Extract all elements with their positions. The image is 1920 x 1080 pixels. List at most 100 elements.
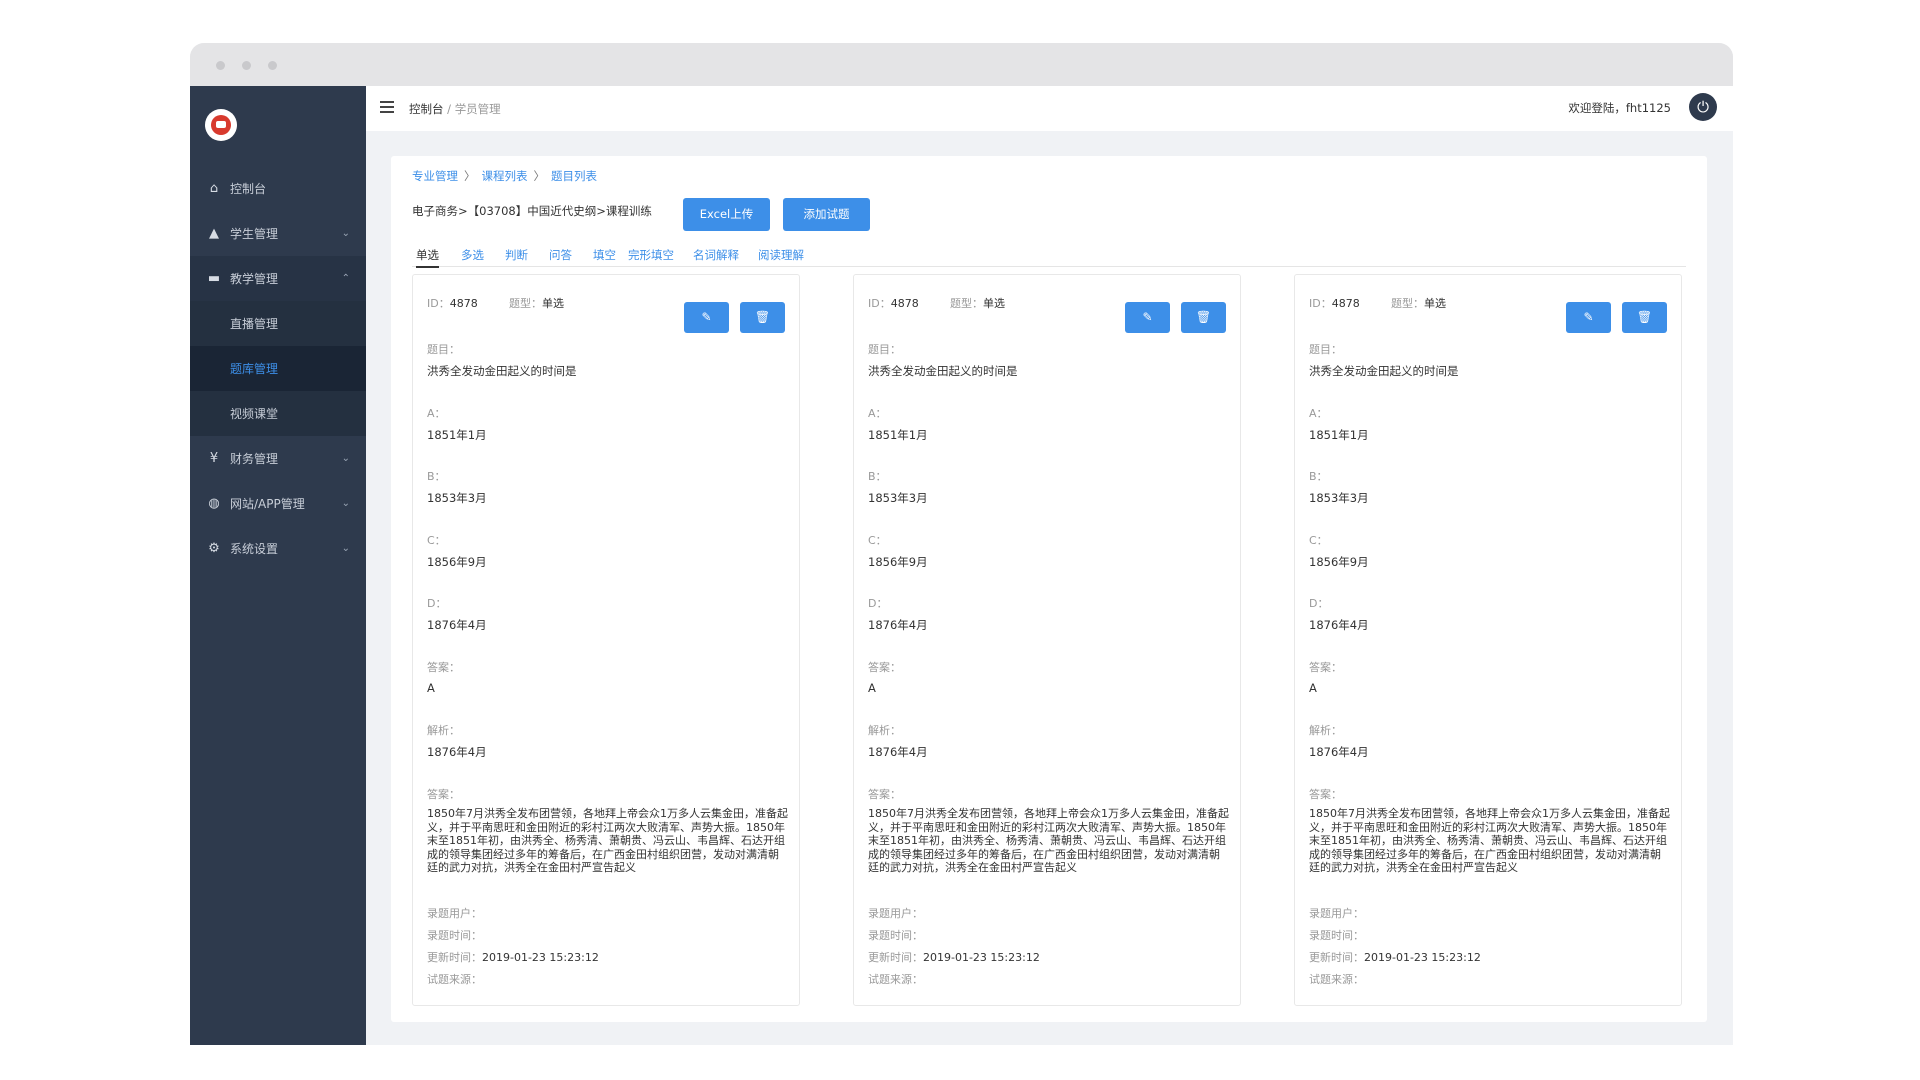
question-card: ID：4878 题型：单选 ✎ 🗑 题目： 洪秀全发动金田起义的时间是 A： 1… [1294,274,1682,1006]
option-b-value: 1853年3月 [1309,491,1369,505]
window-dot[interactable] [268,61,277,70]
detail-label: 答案： [427,788,460,801]
option-c-label: C： [868,534,887,547]
option-a-value: 1851年1月 [868,428,928,442]
entry-user-label: 录题用户： [868,907,923,920]
answer-value: A [868,681,876,695]
chevron-down-icon: ⌄ [341,543,350,554]
type-value: 单选 [983,297,1005,310]
sidebar-item-label: 教学管理 [230,272,279,286]
delete-button[interactable]: 🗑 [1181,302,1226,333]
top-bar: 控制台 / 学员管理 欢迎登陆，fht1125 ⏻ [366,86,1733,131]
breadcrumb-home[interactable]: 控制台 [409,102,444,116]
sidebar-item-label: 控制台 [230,182,267,196]
delete-button[interactable]: 🗑 [1622,302,1667,333]
sidebar-item-label: 网站/APP管理 [230,497,305,511]
option-a-label: A： [427,407,446,420]
power-icon[interactable]: ⏻ [1689,93,1717,121]
update-time-label: 更新时间： [427,951,482,964]
entry-time-label: 录题时间： [427,929,482,942]
sidebar-item-finance[interactable]: ¥ 财务管理 ⌄ [190,436,366,481]
detail-label: 答案： [868,788,901,801]
course-path: 电子商务>【03708】中国近代史纲>课程训练 [412,204,652,218]
sidebar-item-video[interactable]: 视频课堂 [190,391,366,436]
sidebar-item-label: 财务管理 [230,452,279,466]
chevron-down-icon: ⌄ [341,498,350,509]
entry-user-label: 录题用户： [427,907,482,920]
detail-label: 答案： [1309,788,1342,801]
tab-multiple-choice[interactable]: 多选 [461,247,484,263]
sidebar-item-website-app[interactable]: ◍ 网站/APP管理 ⌄ [190,481,366,526]
sidebar-item-dashboard[interactable]: ⌂ 控制台 [190,166,366,211]
tab-cloze[interactable]: 完形填空 [628,247,674,263]
delete-button[interactable]: 🗑 [740,302,785,333]
gear-icon: ⚙ [208,540,220,556]
main-panel: 专业管理〉课程列表〉题目列表 电子商务>【03708】中国近代史纲>课程训练 E… [391,156,1707,1022]
sidebar-item-live[interactable]: 直播管理 [190,301,366,346]
update-time: 更新时间：2019-01-23 15:23:12 [868,949,1040,965]
window-titlebar [190,43,1733,86]
question-id: ID：4878 [1309,295,1360,311]
edit-button[interactable]: ✎ [684,302,729,333]
breadcrumb-question-list[interactable]: 题目列表 [551,169,597,183]
option-c-value: 1856年9月 [868,555,928,569]
id-value: 4878 [449,297,478,310]
globe-icon: ◍ [208,495,220,511]
tab-fill-blank[interactable]: 填空 [593,247,616,263]
home-icon: ⌂ [209,180,219,196]
window-dot[interactable] [242,61,251,70]
trash-icon: 🗑 [1195,310,1212,324]
detail-text: 1850年7月洪秀全发布团营领，各地拜上帝会众1万多人云集金田，准备起义，并于平… [868,807,1229,875]
graduation-cap-icon: ▲ [209,225,219,241]
question-text: 洪秀全发动金田起义的时间是 [427,364,577,378]
type-value: 单选 [542,297,564,310]
menu-toggle-icon[interactable] [380,101,394,113]
tab-reading[interactable]: 阅读理解 [758,247,804,263]
option-d-value: 1876年4月 [427,618,487,632]
analysis-label: 解析： [427,724,460,737]
sidebar-item-label: 视频课堂 [230,407,279,421]
id-value: 4878 [890,297,919,310]
option-d-value: 1876年4月 [868,618,928,632]
window-dot[interactable] [216,61,225,70]
option-c-value: 1856年9月 [1309,555,1369,569]
pencil-icon: ✎ [701,310,712,324]
logo[interactable] [205,109,237,141]
sidebar-item-question-bank[interactable]: 题库管理 [190,346,366,391]
tab-term-explanation[interactable]: 名词解释 [693,247,739,263]
option-a-label: A： [1309,407,1328,420]
update-time-label: 更新时间： [868,951,923,964]
option-b-label: B： [868,470,887,483]
answer-label: 答案： [1309,661,1342,674]
chevron-down-icon: ⌄ [341,453,350,464]
tab-qa[interactable]: 问答 [549,247,572,263]
id-label: ID： [427,297,450,310]
excel-upload-button[interactable]: Excel上传 [683,198,770,231]
add-question-button[interactable]: 添加试题 [783,198,870,231]
analysis-label: 解析： [868,724,901,737]
breadcrumb-course-list[interactable]: 课程列表 [482,169,528,183]
analysis-value: 1876年4月 [427,745,487,759]
sidebar-item-label: 学生管理 [230,227,279,241]
tab-true-false[interactable]: 判断 [505,247,528,263]
type-label: 题型： [509,297,542,310]
trash-icon: 🗑 [1636,310,1653,324]
sidebar-item-settings[interactable]: ⚙ 系统设置 ⌄ [190,526,366,571]
breadcrumb-major[interactable]: 专业管理 [412,169,458,183]
book-icon: ▬ [207,270,221,286]
edit-button[interactable]: ✎ [1566,302,1611,333]
sidebar-item-students[interactable]: ▲ 学生管理 ⌄ [190,211,366,256]
id-label: ID： [1309,297,1332,310]
option-d-label: D： [868,597,888,610]
chevron-up-icon: ⌃ [341,273,350,284]
source-label: 试题来源： [427,973,482,986]
id-label: ID： [868,297,891,310]
edit-button[interactable]: ✎ [1125,302,1170,333]
sidebar-item-teaching[interactable]: ▬ 教学管理 ⌃ [190,256,366,301]
update-time-value: 2019-01-23 15:23:12 [923,951,1040,964]
update-time-value: 2019-01-23 15:23:12 [482,951,599,964]
option-d-value: 1876年4月 [1309,618,1369,632]
tab-single-choice[interactable]: 单选 [416,247,439,268]
entry-time-label: 录题时间： [868,929,923,942]
entry-user-label: 录题用户： [1309,907,1364,920]
